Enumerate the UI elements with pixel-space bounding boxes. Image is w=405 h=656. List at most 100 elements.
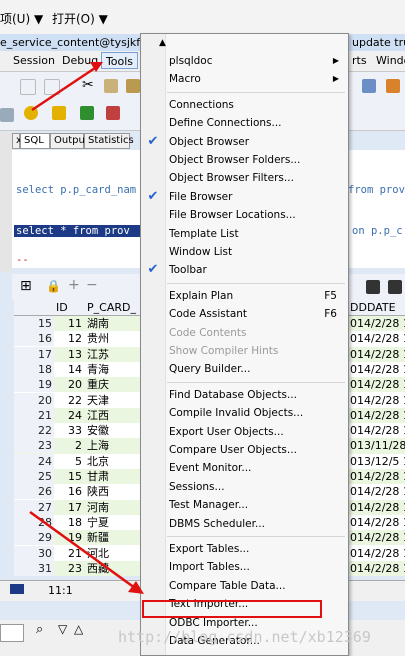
- tab-statistics[interactable]: Statistics: [84, 133, 134, 149]
- menu-item-query-builder[interactable]: Query Builder...: [169, 360, 345, 378]
- menu-item-event-monitor[interactable]: Event Monitor...: [169, 459, 345, 477]
- checkmark-icon: ✔: [147, 262, 159, 278]
- tab-output[interactable]: Output: [50, 133, 89, 149]
- menu-item-object-browser[interactable]: Object Browser: [169, 133, 345, 151]
- menu-debug[interactable]: Debug: [62, 54, 98, 67]
- undo-icon[interactable]: [20, 79, 36, 95]
- code-line-selected: select * from prov: [14, 225, 141, 237]
- menu-item-macro[interactable]: Macro ▶: [169, 70, 345, 88]
- cell-date: 014/2/28 18: [350, 393, 405, 407]
- cell-name: 安徽: [87, 424, 109, 438]
- scroll-up-icon[interactable]: ▲: [159, 38, 166, 48]
- cell-date: 014/2/28 18: [350, 531, 405, 545]
- cut-icon[interactable]: ✂: [82, 77, 94, 93]
- toolbar-icon-b[interactable]: [386, 79, 400, 93]
- menu-item-explain-plan[interactable]: Explain Plan F5: [169, 287, 345, 305]
- menu-item-dbms-scheduler[interactable]: DBMS Scheduler...: [169, 515, 345, 533]
- menu-item-code-assistant[interactable]: Code Assistant F6: [169, 305, 345, 323]
- menu-item-find-database-objects[interactable]: Find Database Objects...: [169, 386, 345, 404]
- cell-date: 014/2/28 18: [350, 546, 405, 560]
- execute-icon[interactable]: [24, 106, 38, 120]
- delete-row-icon[interactable]: −: [86, 277, 98, 293]
- cell-name: 北京: [87, 454, 109, 468]
- menu-item-file-browser-locations[interactable]: File Browser Locations...: [169, 206, 345, 224]
- grid-menu-icon[interactable]: ⊞: [20, 278, 32, 294]
- row-number: 22: [14, 423, 54, 439]
- toolbar-icon-c[interactable]: [0, 108, 14, 122]
- tab-sql[interactable]: SQL: [20, 133, 50, 149]
- menu-item-compile-invalid-objects[interactable]: Compile Invalid Objects...: [169, 404, 345, 422]
- add-row-icon[interactable]: +: [68, 277, 80, 293]
- menu-item-compare-table-data[interactable]: Compare Table Data...: [169, 577, 345, 595]
- menu-item-template-list[interactable]: Template List: [169, 225, 345, 243]
- menu-item-import-tables[interactable]: Import Tables...: [169, 558, 345, 576]
- menu-item-object-browser-folders[interactable]: Object Browser Folders...: [169, 151, 345, 169]
- menu-window[interactable]: Windo: [376, 54, 405, 67]
- cell-name: 河北: [87, 546, 109, 560]
- window-title-right: update trun: [352, 36, 405, 49]
- redo-icon[interactable]: [44, 79, 60, 95]
- window-title: e_service_content@tysjkf_vm: [0, 36, 163, 49]
- menu-item-label: ODBC Importer...: [169, 616, 258, 629]
- menu-item-sessions[interactable]: Sessions...: [169, 478, 345, 496]
- menu-item-object-browser-filters[interactable]: Object Browser Filters...: [169, 169, 345, 187]
- toolbar-icon-a[interactable]: [362, 79, 376, 93]
- cell-id: 14: [68, 362, 82, 376]
- triangle-down-icon[interactable]: ▽: [58, 622, 67, 636]
- menu-item-toolbar[interactable]: Toolbar: [169, 261, 345, 279]
- cell-name: 河南: [87, 500, 109, 514]
- lock-icon[interactable]: 🔒: [46, 279, 61, 293]
- top-menu-open[interactable]: 打开(O) ▼: [52, 10, 108, 27]
- row-number: 15: [14, 316, 54, 331]
- cell-name: 上海: [87, 439, 109, 453]
- cell-id: 11: [68, 317, 82, 330]
- menu-separator: [167, 381, 345, 383]
- row-number: 23: [14, 438, 54, 454]
- menu-item-show-compiler-hints: Show Compiler Hints: [169, 342, 345, 360]
- menu-tools[interactable]: Tools: [101, 52, 138, 69]
- sql-icon[interactable]: [52, 106, 66, 120]
- triangle-up-icon[interactable]: △: [74, 622, 83, 636]
- menu-reports[interactable]: rts: [352, 54, 367, 67]
- menu-item-compare-user-objects[interactable]: Compare User Objects...: [169, 441, 345, 459]
- menu-item-file-browser[interactable]: File Browser: [169, 188, 345, 206]
- column-header-id[interactable]: ID: [56, 300, 68, 315]
- commit-icon[interactable]: [80, 106, 94, 120]
- row-number: 19: [14, 377, 54, 393]
- row-number: 28: [14, 514, 54, 530]
- menu-item-export-user-objects[interactable]: Export User Objects...: [169, 423, 345, 441]
- code-line: --: [16, 254, 29, 266]
- export-grid-icon[interactable]: [388, 280, 402, 294]
- paste-icon[interactable]: [126, 79, 140, 93]
- cell-id: 2: [75, 439, 82, 453]
- menu-item-label: Object Browser Filters...: [169, 172, 294, 185]
- menu-item-connections[interactable]: Connections: [169, 96, 345, 114]
- menu-item-label: Code Contents: [169, 326, 247, 339]
- cell-date: 014/2/28 18: [350, 485, 405, 499]
- row-number: 26: [14, 484, 54, 500]
- menu-item-export-tables[interactable]: Export Tables...: [169, 540, 345, 558]
- copy-icon[interactable]: [104, 79, 118, 93]
- cell-name: 重庆: [87, 378, 109, 392]
- cell-name: 贵州: [87, 332, 109, 346]
- menu-item-label: Find Database Objects...: [169, 388, 297, 401]
- binoculars-icon[interactable]: ⌕: [36, 622, 43, 637]
- row-number: 20: [14, 392, 54, 408]
- menu-item-test-manager[interactable]: Test Manager...: [169, 496, 345, 514]
- menu-item-label: File Browser Locations...: [169, 209, 296, 222]
- tab-close[interactable]: x: [12, 133, 22, 149]
- menu-item-plsqldoc[interactable]: plsqldoc ▶: [169, 52, 345, 70]
- menu-item-define-connections[interactable]: Define Connections...: [169, 114, 345, 132]
- menu-item-code-contents: Code Contents: [169, 324, 345, 342]
- row-number: 24: [14, 453, 54, 469]
- column-header-date[interactable]: DDDATE: [350, 300, 396, 315]
- menu-item-window-list[interactable]: Window List: [169, 243, 345, 261]
- menu-session[interactable]: Session: [13, 54, 55, 67]
- cell-name: 陕西: [87, 485, 109, 499]
- menu-item-label: Define Connections...: [169, 117, 282, 130]
- save-grid-icon[interactable]: [366, 280, 380, 294]
- top-menu-item[interactable]: 项(U) ▼: [0, 10, 43, 27]
- dropdown[interactable]: [0, 624, 24, 642]
- column-header-pcard[interactable]: P_CARD_: [87, 300, 136, 315]
- rollback-icon[interactable]: [106, 106, 120, 120]
